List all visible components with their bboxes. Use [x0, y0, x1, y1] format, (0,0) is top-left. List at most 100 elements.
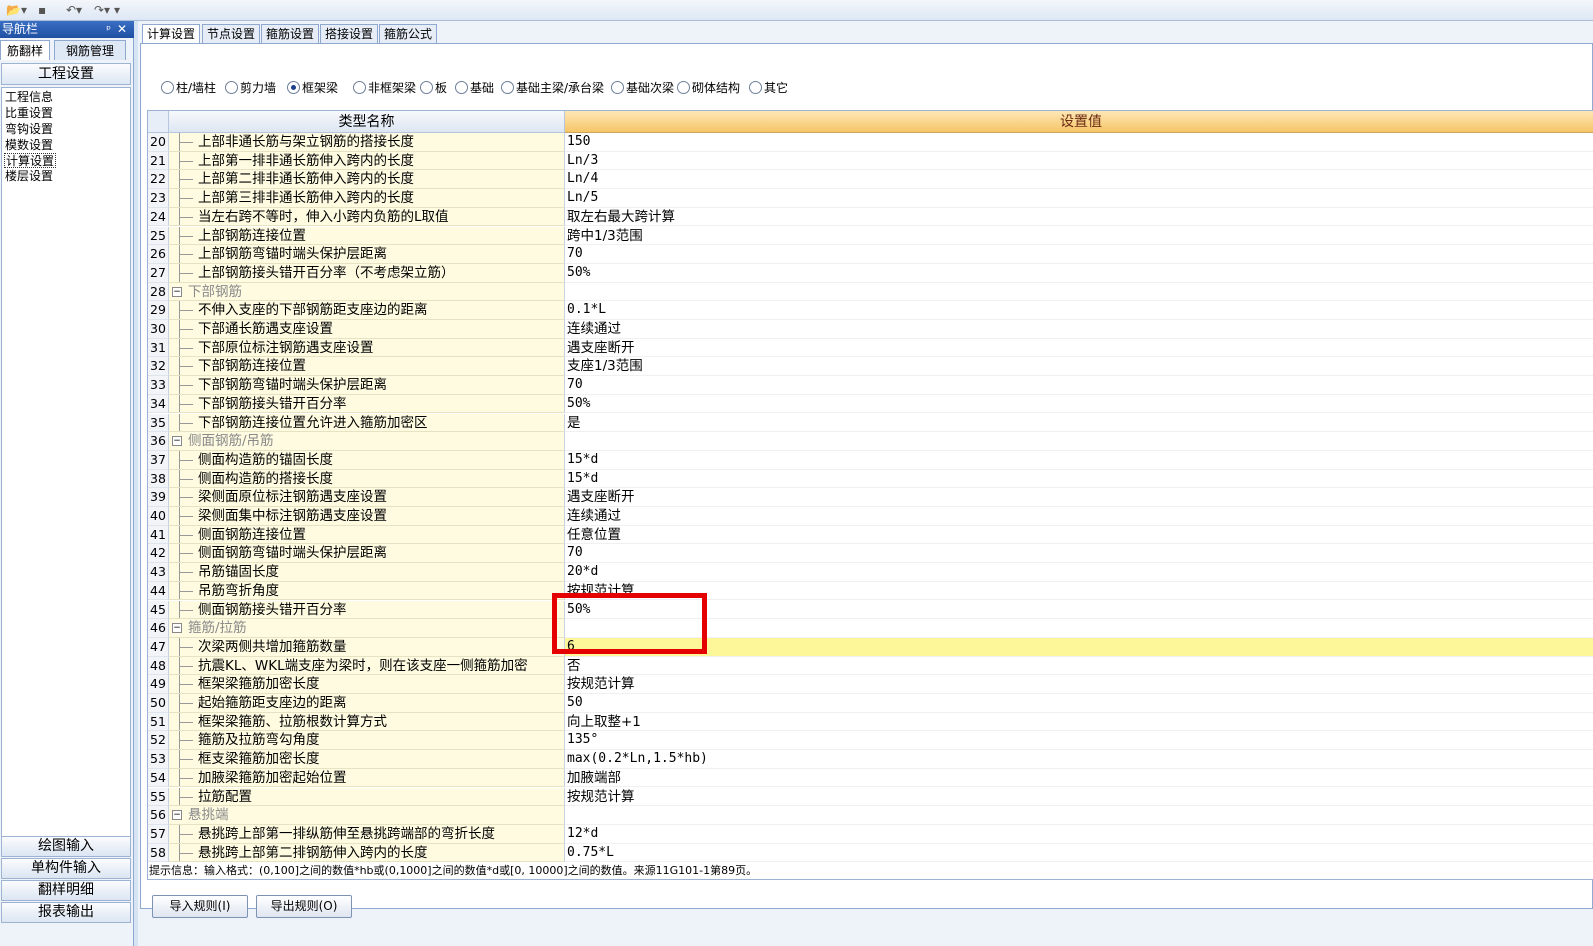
- grid-row[interactable]: 22 上部第二排非通长筋伸入跨内的长度 Ln/4: [148, 170, 1593, 190]
- radio-column[interactable]: 柱/墙柱: [161, 79, 216, 97]
- grid-row[interactable]: 48 抗震KL、WKL端支座为梁时，则在该支座一侧箍筋加密 否: [148, 656, 1593, 676]
- setting-value-cell[interactable]: 50: [565, 694, 1593, 713]
- pin-icon[interactable]: ᵖ: [106, 21, 111, 38]
- setting-value-cell[interactable]: 任意位置: [565, 525, 1593, 545]
- setting-value-cell[interactable]: [565, 619, 1593, 638]
- setting-value-cell[interactable]: 是: [565, 413, 1593, 433]
- grid-row[interactable]: 58 悬挑跨上部第二排钢筋伸入跨内的长度 0.75*L: [148, 843, 1593, 863]
- tab-stirrup-settings[interactable]: 箍筋设置: [261, 24, 320, 44]
- setting-value-cell[interactable]: 否: [565, 656, 1593, 676]
- grid-row[interactable]: 45 侧面钢筋接头错开百分率 50%: [148, 600, 1593, 620]
- setting-value-cell[interactable]: 加腋端部: [565, 768, 1593, 788]
- redo-icon[interactable]: ↷▾: [94, 2, 110, 18]
- radio-foundation[interactable]: 基础: [455, 79, 494, 97]
- setting-value-cell[interactable]: 70: [565, 245, 1593, 264]
- setting-value-cell[interactable]: 20*d: [565, 563, 1593, 582]
- radio-other[interactable]: 其它: [749, 79, 788, 97]
- nav-item-floor-settings[interactable]: 楼层设置: [5, 169, 53, 184]
- grid-row[interactable]: 49 框架梁箍筋加密长度 按规范计算: [148, 675, 1593, 694]
- setting-value-cell[interactable]: 按规范计算: [565, 581, 1593, 601]
- grid-row[interactable]: 50 起始箍筋距支座边的距离 50: [148, 694, 1593, 713]
- export-rules-button[interactable]: 导出规则(O): [256, 895, 352, 918]
- setting-value-cell[interactable]: 50%: [565, 263, 1593, 283]
- setting-value-cell[interactable]: 50%: [565, 600, 1593, 620]
- save-icon[interactable]: ▪: [38, 2, 46, 18]
- grid-row[interactable]: 25 上部钢筋连接位置 跨中1/3范围: [148, 226, 1593, 246]
- nav-section-project-settings[interactable]: 工程设置: [1, 63, 131, 85]
- undo-icon[interactable]: ↶▾: [66, 2, 82, 18]
- setting-value-cell[interactable]: 连续通过: [565, 320, 1593, 339]
- setting-value-cell[interactable]: 12*d: [565, 824, 1593, 844]
- radio-foundation-main-beam[interactable]: 基础主梁/承台梁: [501, 79, 604, 97]
- grid-row[interactable]: 27 上部钢筋接头错开百分率（不考虑架立筋） 50%: [148, 263, 1593, 283]
- setting-value-cell[interactable]: Ln/4: [565, 170, 1593, 190]
- grid-row[interactable]: 35 下部钢筋连接位置允许进入箍筋加密区 是: [148, 413, 1593, 433]
- setting-value-cell[interactable]: Ln/3: [565, 151, 1593, 171]
- grid-row[interactable]: 52 箍筋及拉筋弯勾角度 135°: [148, 731, 1593, 751]
- nav-tab-rebar-layout[interactable]: 筋翻样: [0, 40, 50, 60]
- close-icon[interactable]: ✕: [117, 21, 127, 38]
- tab-lap-settings[interactable]: 搭接设置: [320, 24, 379, 44]
- nav-item-hook[interactable]: 弯钩设置: [5, 122, 53, 137]
- grid-row[interactable]: 42 侧面钢筋弯锚时端头保护层距离 70: [148, 544, 1593, 564]
- setting-value-cell[interactable]: [565, 806, 1593, 825]
- nav-tab-rebar-manage[interactable]: 钢筋管理: [54, 40, 126, 60]
- setting-value-cell[interactable]: 15*d: [565, 469, 1593, 489]
- grid-row[interactable]: 37 侧面构造筋的锚固长度 15*d: [148, 450, 1593, 470]
- radio-shear-wall[interactable]: 剪力墙: [225, 79, 276, 97]
- grid-row[interactable]: 39 梁侧面原位标注钢筋遇支座设置 遇支座断开: [148, 488, 1593, 507]
- nav-drawing-input[interactable]: 绘图输入: [1, 836, 131, 857]
- nav-item-calc-settings[interactable]: 计算设置: [4, 153, 57, 168]
- nav-single-component-input[interactable]: 单构件输入: [1, 858, 131, 879]
- grid-row[interactable]: 38 侧面构造筋的搭接长度 15*d: [148, 469, 1593, 489]
- radio-masonry[interactable]: 砌体结构: [677, 79, 740, 97]
- radio-frame-beam[interactable]: 框架梁: [287, 79, 338, 97]
- setting-value-cell[interactable]: 跨中1/3范围: [565, 226, 1593, 246]
- setting-value-cell[interactable]: max(0.2*Ln,1.5*hb): [565, 750, 1593, 769]
- customize-toolbar-icon[interactable]: ▾: [114, 2, 120, 18]
- setting-value-cell[interactable]: 0.1*L: [565, 301, 1593, 320]
- setting-value-cell[interactable]: 70: [565, 544, 1593, 564]
- grid-row[interactable]: 20 上部非通长筋与架立钢筋的搭接长度 150: [148, 133, 1593, 152]
- setting-value-cell[interactable]: 0.75*L: [565, 843, 1593, 863]
- grid-row[interactable]: 26 上部钢筋弯锚时端头保护层距离 70: [148, 245, 1593, 264]
- grid-group-row[interactable]: 28− 下部钢筋: [148, 282, 1593, 302]
- grid-row[interactable]: 33 下部钢筋弯锚时端头保护层距离 70: [148, 376, 1593, 395]
- setting-value-cell[interactable]: [565, 282, 1593, 302]
- setting-value-cell[interactable]: 遇支座断开: [565, 338, 1593, 358]
- nav-item-density[interactable]: 比重设置: [5, 106, 53, 121]
- setting-value-cell[interactable]: [565, 432, 1593, 451]
- grid-row[interactable]: 24 当左右跨不等时，伸入小跨内负筋的L取值 取左右最大跨计算: [148, 207, 1593, 227]
- grid-row[interactable]: 55 拉筋配置 按规范计算: [148, 787, 1593, 807]
- setting-value-cell[interactable]: 70: [565, 376, 1593, 395]
- radio-non-frame-beam[interactable]: 非框架梁: [353, 79, 416, 97]
- radio-foundation-secondary-beam[interactable]: 基础次梁: [611, 79, 674, 97]
- setting-value-cell[interactable]: Ln/5: [565, 189, 1593, 208]
- collapse-icon[interactable]: −: [172, 436, 182, 447]
- nav-item-project-info[interactable]: 工程信息: [5, 90, 53, 105]
- grid-row[interactable]: 23 上部第三排非通长筋伸入跨内的长度 Ln/5: [148, 189, 1593, 208]
- open-folder-icon[interactable]: 📂▾: [6, 2, 27, 18]
- grid-row[interactable]: 21 上部第一排非通长筋伸入跨内的长度 Ln/3: [148, 151, 1593, 171]
- setting-value-cell[interactable]: 向上取整+1: [565, 712, 1593, 732]
- tab-stirrup-formula[interactable]: 箍筋公式: [379, 24, 438, 44]
- setting-value-cell[interactable]: 连续通过: [565, 507, 1593, 526]
- setting-value-cell[interactable]: 取左右最大跨计算: [565, 207, 1593, 227]
- collapse-icon[interactable]: −: [172, 286, 182, 297]
- tab-node-settings[interactable]: 节点设置: [202, 24, 261, 44]
- grid-group-row[interactable]: 46− 箍筋/拉筋: [148, 619, 1593, 638]
- grid-row[interactable]: 51 框架梁箍筋、拉筋根数计算方式 向上取整+1: [148, 712, 1593, 732]
- radio-slab[interactable]: 板: [420, 79, 447, 97]
- nav-item-modulus[interactable]: 模数设置: [5, 138, 53, 153]
- grid-row[interactable]: 34 下部钢筋接头错开百分率 50%: [148, 394, 1593, 414]
- grid-row[interactable]: 41 侧面钢筋连接位置 任意位置: [148, 525, 1593, 545]
- nav-layout-details[interactable]: 翻样明细: [1, 880, 131, 901]
- setting-value-cell[interactable]: 按规范计算: [565, 675, 1593, 694]
- setting-value-cell[interactable]: 按规范计算: [565, 787, 1593, 807]
- grid-row[interactable]: 40 梁侧面集中标注钢筋遇支座设置 连续通过: [148, 507, 1593, 526]
- grid-group-row[interactable]: 36− 侧面钢筋/吊筋: [148, 432, 1593, 451]
- grid-row[interactable]: 44 吊筋弯折角度 按规范计算: [148, 581, 1593, 601]
- setting-value-cell[interactable]: 6: [565, 637, 1593, 657]
- grid-row[interactable]: 32 下部钢筋连接位置 支座1/3范围: [148, 357, 1593, 377]
- grid-row[interactable]: 47 次梁两侧共增加箍筋数量 6: [148, 637, 1593, 657]
